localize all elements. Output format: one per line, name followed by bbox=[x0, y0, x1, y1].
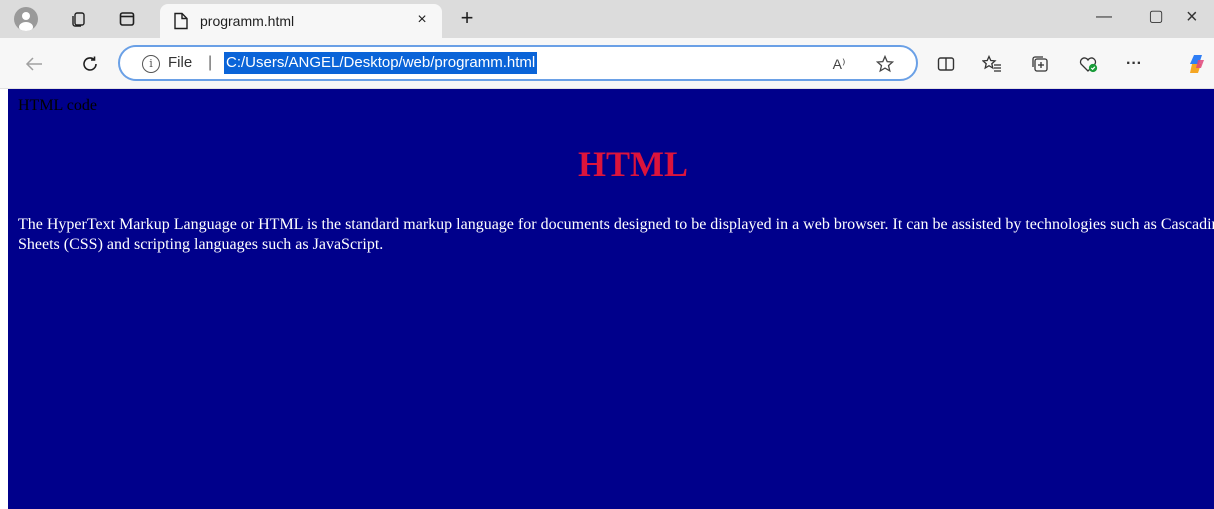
maximize-button[interactable]: ▢ bbox=[1136, 4, 1176, 30]
tab-strip: programm.html × + — ▢ × bbox=[0, 0, 1214, 38]
tab-close-icon[interactable]: × bbox=[412, 10, 432, 30]
browser-essentials-icon[interactable] bbox=[1074, 50, 1102, 78]
refresh-icon[interactable] bbox=[76, 50, 104, 78]
browser-toolbar: i File | C:/Users/ANGEL/Desktop/web/prog… bbox=[0, 38, 1214, 89]
collections-icon[interactable] bbox=[1026, 50, 1054, 78]
url-text[interactable]: C:/Users/ANGEL/Desktop/web/programm.html bbox=[224, 52, 538, 74]
info-icon[interactable]: i bbox=[142, 55, 160, 73]
address-separator: | bbox=[208, 54, 213, 71]
favorites-icon[interactable] bbox=[978, 50, 1006, 78]
close-window-button[interactable]: × bbox=[1186, 4, 1214, 30]
profile-icon[interactable] bbox=[14, 7, 38, 31]
page-paragraph: The HyperText Markup Language or HTML is… bbox=[18, 216, 1214, 253]
minimize-button[interactable]: — bbox=[1084, 4, 1124, 30]
page-icon bbox=[168, 8, 194, 34]
tab-title: programm.html bbox=[200, 13, 295, 29]
favorite-star-icon[interactable] bbox=[874, 53, 896, 75]
tab-actions-icon[interactable] bbox=[114, 6, 140, 32]
page-heading: HTML bbox=[577, 144, 688, 184]
read-aloud-icon[interactable]: A⁾ bbox=[828, 53, 850, 75]
active-tab[interactable]: programm.html × bbox=[160, 4, 442, 38]
new-tab-button[interactable]: + bbox=[454, 6, 480, 32]
page-viewport: HTML code HTML The HyperText Markup Lang… bbox=[8, 89, 1214, 509]
copilot-icon[interactable] bbox=[1186, 50, 1214, 78]
workspaces-icon[interactable] bbox=[66, 6, 92, 32]
page-text-line: HTML code bbox=[18, 97, 97, 114]
split-screen-icon[interactable] bbox=[932, 50, 960, 78]
more-icon[interactable]: ··· bbox=[1120, 50, 1148, 78]
scheme-label: File bbox=[168, 54, 193, 71]
back-icon[interactable] bbox=[20, 50, 48, 78]
address-bar[interactable]: i File | C:/Users/ANGEL/Desktop/web/prog… bbox=[118, 45, 918, 81]
